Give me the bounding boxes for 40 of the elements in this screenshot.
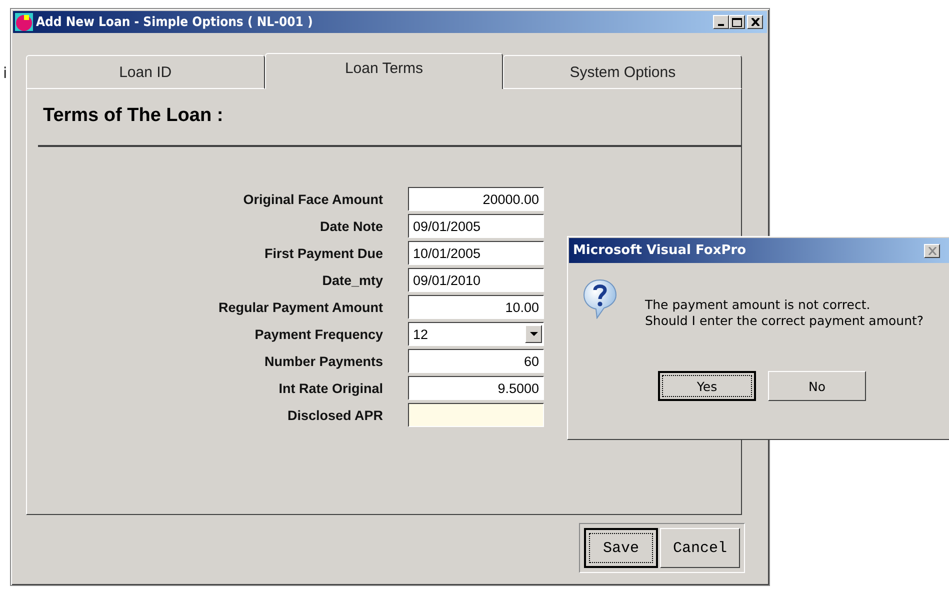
input-field[interactable]: [408, 403, 544, 427]
dropdown[interactable]: 12: [408, 322, 544, 346]
tab[interactable]: System Options: [503, 55, 742, 89]
input-field[interactable]: 09/01/2010: [408, 268, 544, 292]
close-button[interactable]: [924, 244, 940, 258]
section-title: Terms of The Loan :: [42, 104, 224, 128]
field-label: Date_mty: [321, 272, 383, 288]
window-title: Add New Loan - Simple Options ( NL-001 ): [36, 14, 314, 30]
minimize-button[interactable]: [713, 15, 729, 29]
close-icon: [750, 18, 760, 26]
tab[interactable]: Loan Terms: [264, 53, 504, 89]
maximize-button[interactable]: [729, 15, 745, 29]
input-field[interactable]: 10.00: [408, 295, 544, 319]
background-text: i: [3, 64, 8, 82]
tab[interactable]: Loan ID: [26, 55, 265, 89]
field-label: Date Note: [318, 218, 383, 234]
close-icon: [928, 246, 936, 254]
cancel-button[interactable]: Cancel: [660, 528, 740, 568]
field-label: Disclosed APR: [286, 408, 383, 422]
dialog-title: Microsoft Visual FoxPro: [573, 243, 748, 258]
dropdown-arrow-icon: [530, 332, 538, 336]
close-button[interactable]: [747, 15, 763, 29]
input-field[interactable]: 10/01/2005: [408, 241, 544, 265]
maximize-icon: [732, 18, 742, 26]
field-label: Regular Payment Amount: [217, 300, 383, 314]
field-label: Original Face Amount: [242, 192, 383, 206]
input-field[interactable]: 60: [408, 349, 544, 373]
field-label: Number Payments: [263, 354, 383, 368]
input-field[interactable]: 09/01/2005: [408, 214, 544, 238]
no-button[interactable]: No: [768, 371, 866, 401]
dialog-message: The payment amount is not correct. Should I enter the correct payment amount?: [645, 296, 924, 329]
input-field[interactable]: 20000.00: [408, 187, 544, 211]
field-label: First Payment Due: [263, 246, 383, 260]
app-icon: [15, 13, 33, 31]
field-label: Int Rate Original: [278, 380, 383, 396]
field-label: Payment Frequency: [254, 326, 383, 342]
yes-button[interactable]: Yes: [658, 371, 756, 401]
question-icon: [583, 279, 617, 319]
input-field[interactable]: 9.5000: [408, 376, 544, 400]
save-button[interactable]: Save: [584, 528, 658, 568]
